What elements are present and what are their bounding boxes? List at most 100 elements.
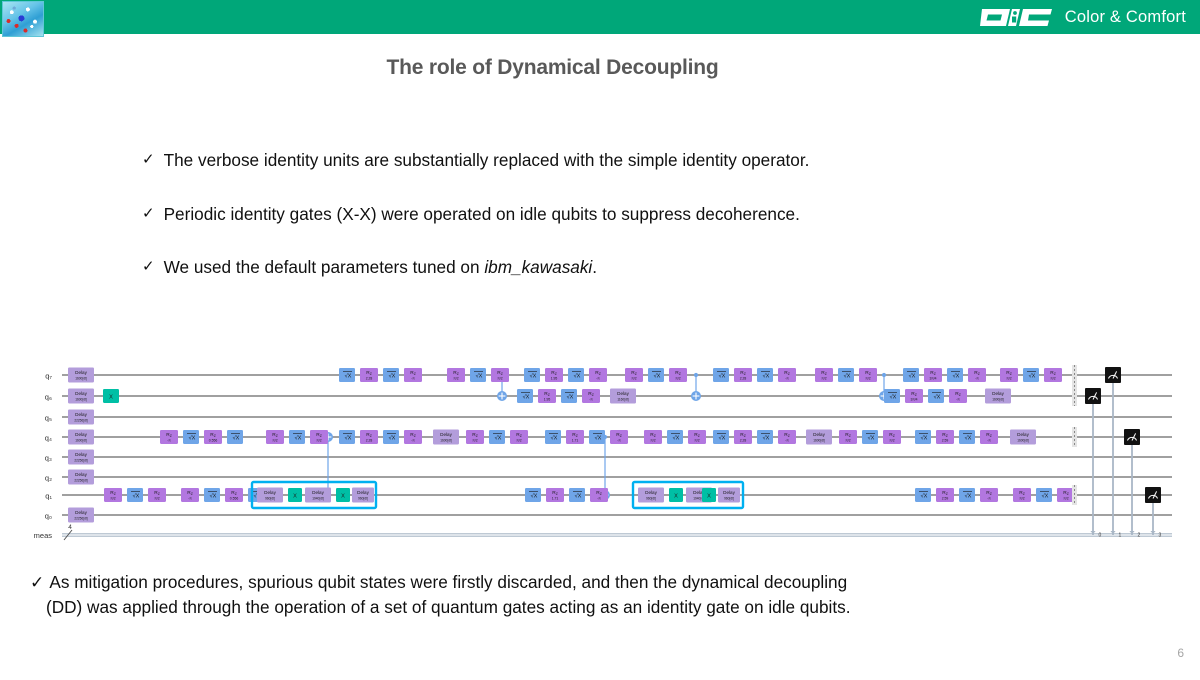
svg-text:√X: √X [389,372,396,379]
svg-text:√X: √X [575,492,582,499]
checkmark-icon: ✓ [142,151,155,168]
svg-text:1.95: 1.95 [551,377,558,381]
classical-bit-label: 1 [1119,533,1122,539]
svg-text:Delay: Delay [357,490,369,495]
wire-label: q₄ [45,434,52,443]
wire-label: q₅ [45,414,52,423]
svg-text:22256[dt]: 22256[dt] [74,478,87,482]
svg-text:Delay: Delay [75,412,87,417]
svg-text:Delay: Delay [723,490,735,495]
svg-text:Delay: Delay [312,490,324,495]
svg-text:√X: √X [909,372,916,379]
svg-text:√X: √X [868,434,875,441]
svg-text:1940[dt]: 1940[dt] [312,496,324,500]
svg-text:π/2: π/2 [316,439,321,443]
svg-text:1600[dt]: 1600[dt] [75,397,87,401]
svg-text:√X: √X [1042,492,1049,499]
svg-text:π/2: π/2 [631,377,636,381]
svg-text:Delay: Delay [992,391,1004,396]
svg-text:Delay: Delay [440,432,452,437]
svg-text:π/2: π/2 [1006,377,1011,381]
logo-tagline: Color & Comfort [1064,7,1186,26]
quantum-circuit-diagram: q₇ q₆ q₅ q₄ q₃ q₂ q₁ q₀ meas 4 Delay 1600[dt] √X RZ 2.… [0,358,1200,548]
svg-text:√X: √X [210,492,217,499]
svg-text:X: X [707,493,711,499]
backend-name: ibm_kawasaki [484,257,593,277]
svg-text:√X: √X [551,434,558,441]
svg-text:π/2: π/2 [1050,377,1055,381]
svg-text:√X: √X [719,434,726,441]
svg-text:√X: √X [890,393,897,400]
svg-text:1.71: 1.71 [572,439,579,443]
svg-text:π/2: π/2 [154,497,159,501]
svg-text:1600[dt]: 1600[dt] [75,376,87,380]
svg-text:22256[dt]: 22256[dt] [74,458,87,462]
svg-text:π/2: π/2 [845,439,850,443]
svg-text:π/2: π/2 [694,439,699,443]
wire-label: q₀ [45,512,52,521]
svg-text:π/2: π/2 [675,377,680,381]
svg-text:2.59: 2.59 [942,497,949,501]
svg-text:√X: √X [295,434,302,441]
svg-text:√X: √X [673,434,680,441]
svg-text:√X: √X [233,434,240,441]
svg-text:1.95: 1.95 [544,398,551,402]
svg-text:960[dt]: 960[dt] [724,496,734,500]
svg-text:√X: √X [934,393,941,400]
circuit-svg: q₇q₆q₅q₄q₃q₂q₁q₀meas4Delay1600[dt] √XRZ2.… [34,365,1172,541]
classical-bit-label: 3 [1159,533,1162,539]
svg-text:π/2: π/2 [497,377,502,381]
svg-text:1600[dt]: 1600[dt] [75,438,87,442]
svg-text:Delay: Delay [617,391,629,396]
bullet-text-2: We used the default parameters tuned on … [164,257,597,279]
svg-text:2.28: 2.28 [366,439,373,443]
classical-bit-label: 2 [1138,533,1141,539]
svg-text:2.28: 2.28 [740,439,747,443]
classical-register-width: 4 [68,524,72,531]
checkmark-icon: ✓ [30,572,45,592]
svg-text:Delay: Delay [645,490,657,495]
svg-text:√X: √X [965,492,972,499]
svg-text:Delay: Delay [75,510,87,515]
svg-text:√X: √X [1029,372,1036,379]
svg-text:√X: √X [567,393,574,400]
svg-text:1.71: 1.71 [552,497,559,501]
svg-text:22256[dt]: 22256[dt] [74,516,87,520]
svg-text:X: X [293,493,297,499]
svg-text:√X: √X [133,492,140,499]
svg-text:√X: √X [345,372,352,379]
svg-text:Delay: Delay [75,391,87,396]
svg-text:1160[dt]: 1160[dt] [617,397,628,401]
svg-text:π/2: π/2 [516,439,521,443]
svg-text:√X: √X [654,372,661,379]
svg-text:π/2: π/2 [110,497,115,501]
wire-label: q₇ [45,372,52,381]
svg-text:√X: √X [531,492,538,499]
svg-text:X: X [341,493,345,499]
bullet-text-1: Periodic identity gates (X-X) were opera… [163,204,800,224]
svg-text:3π/4: 3π/4 [929,377,936,381]
svg-text:π/2: π/2 [821,377,826,381]
svg-text:π/2: π/2 [472,439,477,443]
svg-text:1600[dt]: 1600[dt] [992,397,1004,401]
svg-text:Delay: Delay [75,432,87,437]
page-number: 6 [1177,646,1184,660]
svg-text:√X: √X [495,434,502,441]
svg-text:Delay: Delay [1017,432,1029,437]
molecular-simulation-thumbnail [2,1,44,37]
svg-text:960[dt]: 960[dt] [265,496,275,500]
svg-text:22256[dt]: 22256[dt] [74,418,87,422]
svg-text:π/2: π/2 [865,377,870,381]
footer-note: ✓ As mitigation procedures, spurious qubi… [30,570,1170,620]
svg-text:√X: √X [921,492,928,499]
svg-text:π/2: π/2 [650,439,655,443]
cnot-control [693,372,699,378]
svg-text:Delay: Delay [75,472,87,477]
svg-text:1600[dt]: 1600[dt] [813,438,825,442]
wire-label: q₃ [45,454,52,463]
svg-text:√X: √X [574,372,581,379]
svg-text:√X: √X [965,434,972,441]
bullet-item-2: ✓ We used the default parameters tuned o… [142,257,597,279]
svg-text:π/2: π/2 [889,439,894,443]
svg-text:0.556: 0.556 [209,439,218,443]
